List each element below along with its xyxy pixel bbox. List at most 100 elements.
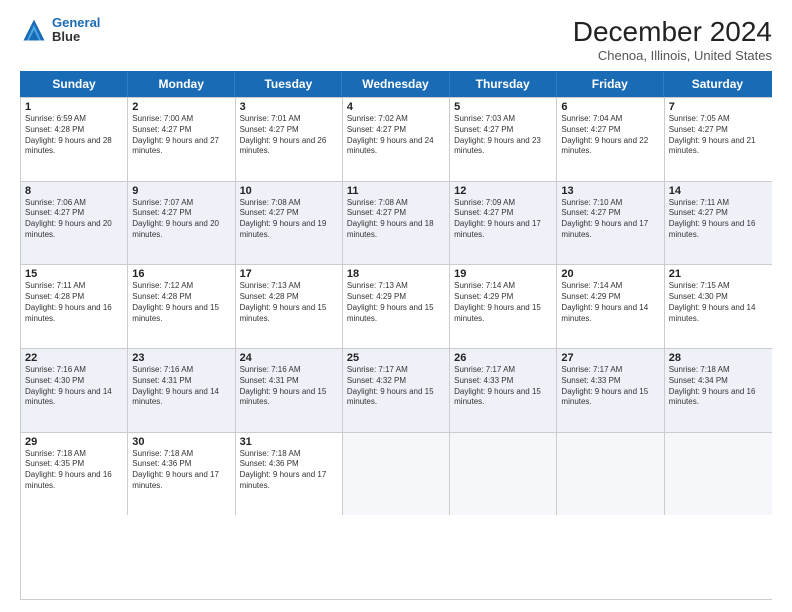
calendar-cell: 25Sunrise: 7:17 AMSunset: 4:32 PMDayligh… xyxy=(343,349,450,432)
day-info: Sunrise: 7:18 AMSunset: 4:36 PMDaylight:… xyxy=(132,449,230,492)
day-number: 26 xyxy=(454,352,552,364)
day-info: Sunrise: 7:14 AMSunset: 4:29 PMDaylight:… xyxy=(561,281,659,324)
page: General Blue December 2024 Chenoa, Illin… xyxy=(0,0,792,612)
calendar-cell: 14Sunrise: 7:11 AMSunset: 4:27 PMDayligh… xyxy=(665,182,772,265)
day-number: 18 xyxy=(347,268,445,280)
calendar-cell: 5Sunrise: 7:03 AMSunset: 4:27 PMDaylight… xyxy=(450,98,557,181)
day-info: Sunrise: 7:04 AMSunset: 4:27 PMDaylight:… xyxy=(561,114,659,157)
calendar-cell: 15Sunrise: 7:11 AMSunset: 4:28 PMDayligh… xyxy=(21,265,128,348)
calendar-cell: 11Sunrise: 7:08 AMSunset: 4:27 PMDayligh… xyxy=(343,182,450,265)
day-info: Sunrise: 7:14 AMSunset: 4:29 PMDaylight:… xyxy=(454,281,552,324)
calendar-cell: 2Sunrise: 7:00 AMSunset: 4:27 PMDaylight… xyxy=(128,98,235,181)
day-number: 2 xyxy=(132,101,230,113)
title-block: December 2024 Chenoa, Illinois, United S… xyxy=(573,16,772,63)
calendar-cell: 3Sunrise: 7:01 AMSunset: 4:27 PMDaylight… xyxy=(236,98,343,181)
calendar-cell: 30Sunrise: 7:18 AMSunset: 4:36 PMDayligh… xyxy=(128,433,235,516)
day-info: Sunrise: 7:02 AMSunset: 4:27 PMDaylight:… xyxy=(347,114,445,157)
day-info: Sunrise: 7:18 AMSunset: 4:36 PMDaylight:… xyxy=(240,449,338,492)
calendar-row: 1Sunrise: 6:59 AMSunset: 4:28 PMDaylight… xyxy=(21,97,772,181)
day-number: 10 xyxy=(240,185,338,197)
calendar-cell xyxy=(450,433,557,516)
day-info: Sunrise: 7:11 AMSunset: 4:27 PMDaylight:… xyxy=(669,198,768,241)
day-info: Sunrise: 7:01 AMSunset: 4:27 PMDaylight:… xyxy=(240,114,338,157)
day-number: 12 xyxy=(454,185,552,197)
day-number: 5 xyxy=(454,101,552,113)
day-number: 16 xyxy=(132,268,230,280)
day-number: 8 xyxy=(25,185,123,197)
day-number: 15 xyxy=(25,268,123,280)
calendar-row: 29Sunrise: 7:18 AMSunset: 4:35 PMDayligh… xyxy=(21,432,772,516)
day-info: Sunrise: 7:06 AMSunset: 4:27 PMDaylight:… xyxy=(25,198,123,241)
day-number: 1 xyxy=(25,101,123,113)
day-info: Sunrise: 7:18 AMSunset: 4:34 PMDaylight:… xyxy=(669,365,768,408)
day-number: 9 xyxy=(132,185,230,197)
day-info: Sunrise: 7:08 AMSunset: 4:27 PMDaylight:… xyxy=(240,198,338,241)
day-number: 3 xyxy=(240,101,338,113)
calendar-header: SundayMondayTuesdayWednesdayThursdayFrid… xyxy=(20,71,772,97)
day-info: Sunrise: 7:17 AMSunset: 4:33 PMDaylight:… xyxy=(561,365,659,408)
day-number: 29 xyxy=(25,436,123,448)
calendar-cell xyxy=(557,433,664,516)
day-info: Sunrise: 7:17 AMSunset: 4:33 PMDaylight:… xyxy=(454,365,552,408)
day-info: Sunrise: 7:07 AMSunset: 4:27 PMDaylight:… xyxy=(132,198,230,241)
day-number: 28 xyxy=(669,352,768,364)
calendar-cell: 16Sunrise: 7:12 AMSunset: 4:28 PMDayligh… xyxy=(128,265,235,348)
calendar-cell: 21Sunrise: 7:15 AMSunset: 4:30 PMDayligh… xyxy=(665,265,772,348)
day-number: 17 xyxy=(240,268,338,280)
day-info: Sunrise: 7:03 AMSunset: 4:27 PMDaylight:… xyxy=(454,114,552,157)
day-info: Sunrise: 7:13 AMSunset: 4:28 PMDaylight:… xyxy=(240,281,338,324)
calendar-cell: 8Sunrise: 7:06 AMSunset: 4:27 PMDaylight… xyxy=(21,182,128,265)
calendar-body: 1Sunrise: 6:59 AMSunset: 4:28 PMDaylight… xyxy=(20,97,772,600)
day-number: 22 xyxy=(25,352,123,364)
header: General Blue December 2024 Chenoa, Illin… xyxy=(20,16,772,63)
day-info: Sunrise: 7:09 AMSunset: 4:27 PMDaylight:… xyxy=(454,198,552,241)
day-info: Sunrise: 7:16 AMSunset: 4:31 PMDaylight:… xyxy=(132,365,230,408)
subtitle: Chenoa, Illinois, United States xyxy=(573,48,772,63)
day-info: Sunrise: 7:18 AMSunset: 4:35 PMDaylight:… xyxy=(25,449,123,492)
day-header-thursday: Thursday xyxy=(450,72,557,96)
calendar-cell: 29Sunrise: 7:18 AMSunset: 4:35 PMDayligh… xyxy=(21,433,128,516)
day-number: 21 xyxy=(669,268,768,280)
calendar-cell xyxy=(343,433,450,516)
day-number: 27 xyxy=(561,352,659,364)
day-number: 25 xyxy=(347,352,445,364)
day-info: Sunrise: 7:16 AMSunset: 4:31 PMDaylight:… xyxy=(240,365,338,408)
calendar-cell: 27Sunrise: 7:17 AMSunset: 4:33 PMDayligh… xyxy=(557,349,664,432)
calendar-row: 15Sunrise: 7:11 AMSunset: 4:28 PMDayligh… xyxy=(21,264,772,348)
day-info: Sunrise: 6:59 AMSunset: 4:28 PMDaylight:… xyxy=(25,114,123,157)
day-info: Sunrise: 7:11 AMSunset: 4:28 PMDaylight:… xyxy=(25,281,123,324)
day-header-tuesday: Tuesday xyxy=(235,72,342,96)
calendar-cell: 1Sunrise: 6:59 AMSunset: 4:28 PMDaylight… xyxy=(21,98,128,181)
calendar-cell: 31Sunrise: 7:18 AMSunset: 4:36 PMDayligh… xyxy=(236,433,343,516)
day-info: Sunrise: 7:00 AMSunset: 4:27 PMDaylight:… xyxy=(132,114,230,157)
day-number: 24 xyxy=(240,352,338,364)
day-header-wednesday: Wednesday xyxy=(342,72,449,96)
calendar-cell: 24Sunrise: 7:16 AMSunset: 4:31 PMDayligh… xyxy=(236,349,343,432)
day-number: 13 xyxy=(561,185,659,197)
calendar-cell: 13Sunrise: 7:10 AMSunset: 4:27 PMDayligh… xyxy=(557,182,664,265)
calendar-cell: 20Sunrise: 7:14 AMSunset: 4:29 PMDayligh… xyxy=(557,265,664,348)
calendar-cell: 7Sunrise: 7:05 AMSunset: 4:27 PMDaylight… xyxy=(665,98,772,181)
logo: General Blue xyxy=(20,16,100,45)
day-number: 14 xyxy=(669,185,768,197)
day-info: Sunrise: 7:17 AMSunset: 4:32 PMDaylight:… xyxy=(347,365,445,408)
calendar-cell: 18Sunrise: 7:13 AMSunset: 4:29 PMDayligh… xyxy=(343,265,450,348)
day-info: Sunrise: 7:10 AMSunset: 4:27 PMDaylight:… xyxy=(561,198,659,241)
day-header-friday: Friday xyxy=(557,72,664,96)
calendar-row: 22Sunrise: 7:16 AMSunset: 4:30 PMDayligh… xyxy=(21,348,772,432)
logo-icon xyxy=(20,16,48,44)
calendar: SundayMondayTuesdayWednesdayThursdayFrid… xyxy=(20,71,772,600)
day-number: 6 xyxy=(561,101,659,113)
day-number: 30 xyxy=(132,436,230,448)
day-number: 7 xyxy=(669,101,768,113)
day-number: 20 xyxy=(561,268,659,280)
day-info: Sunrise: 7:13 AMSunset: 4:29 PMDaylight:… xyxy=(347,281,445,324)
calendar-cell: 28Sunrise: 7:18 AMSunset: 4:34 PMDayligh… xyxy=(665,349,772,432)
day-info: Sunrise: 7:05 AMSunset: 4:27 PMDaylight:… xyxy=(669,114,768,157)
day-number: 19 xyxy=(454,268,552,280)
main-title: December 2024 xyxy=(573,16,772,48)
day-number: 4 xyxy=(347,101,445,113)
day-number: 23 xyxy=(132,352,230,364)
day-info: Sunrise: 7:08 AMSunset: 4:27 PMDaylight:… xyxy=(347,198,445,241)
logo-text: General Blue xyxy=(52,16,100,45)
